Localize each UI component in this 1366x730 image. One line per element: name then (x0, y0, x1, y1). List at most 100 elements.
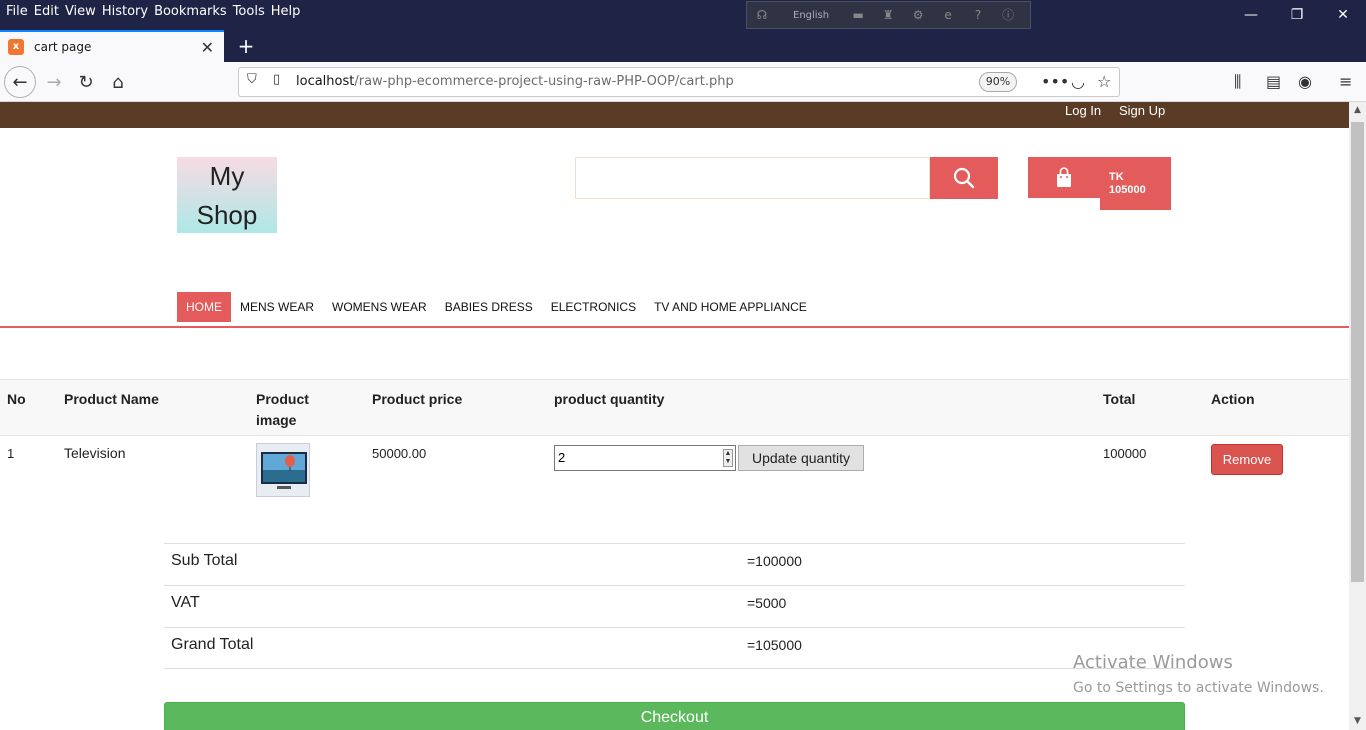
reload-icon[interactable]: ↻ (70, 66, 102, 98)
cart-total-currency: TK (1109, 171, 1124, 183)
tab-title: cart page (34, 40, 92, 54)
navigation-toolbar: ← → ↻ ⌂ ⛉ ▯ localhost/raw-php-ecommerce-… (0, 62, 1366, 102)
url-text: localhost/raw-php-ecommerce-project-usin… (296, 74, 734, 89)
account-icon[interactable]: ◉ (1298, 72, 1312, 91)
header-no: No (7, 391, 26, 407)
header-product-image-l2: image (256, 412, 297, 428)
television-image (261, 452, 307, 489)
shopping-bag-icon (1057, 166, 1071, 187)
close-window-icon[interactable]: ✕ (1320, 0, 1366, 30)
row-product-name: Television (64, 445, 126, 461)
main-menu: HOME MENS WEAR WOMENS WEAR BABIES DRESS … (177, 292, 816, 322)
close-tab-icon[interactable]: ✕ (201, 38, 214, 57)
header-action: Action (1211, 391, 1255, 407)
subtotal-label: Sub Total (171, 552, 238, 569)
ie-icon[interactable]: e (941, 8, 955, 22)
remove-button[interactable]: Remove (1211, 444, 1283, 475)
search-button[interactable] (930, 157, 998, 199)
hamburger-menu-icon[interactable]: ≡ (1339, 72, 1352, 91)
library-icon[interactable]: ⫼ (1234, 72, 1241, 92)
menu-view[interactable]: View (59, 4, 96, 19)
menu-home[interactable]: HOME (177, 292, 231, 322)
top-bar: Log In Sign Up (0, 102, 1349, 128)
watermark-subtitle: Go to Settings to activate Windows. (1073, 680, 1324, 696)
tv-product-icon[interactable] (256, 443, 310, 497)
totals-table: Sub Total =100000 VAT =5000 Grand Total … (164, 543, 1185, 669)
extension-logo-icon[interactable]: ☊ (755, 8, 769, 22)
search-icon (953, 167, 975, 189)
menu-tv-home-appliance[interactable]: TV AND HOME APPLIANCE (645, 292, 816, 322)
info-icon[interactable]: ⓘ (1001, 8, 1015, 22)
zoom-level[interactable]: 90% (979, 72, 1017, 92)
cart-button[interactable] (1028, 157, 1100, 198)
site-logo[interactable]: My Shop (177, 157, 277, 233)
header-product-image-l1: Product (256, 391, 309, 407)
minimize-icon[interactable]: — (1228, 0, 1274, 30)
menu-divider (0, 326, 1349, 328)
scroll-down-icon[interactable]: ▼ (1349, 713, 1366, 730)
xampp-favicon-icon: x (8, 39, 24, 55)
menu-tools[interactable]: Tools (227, 4, 265, 19)
cart-table-header: No Product Name Product image Product pri… (0, 379, 1349, 436)
logo-line-1: My (209, 161, 245, 191)
bookmark-star-icon[interactable]: ☆ (1097, 72, 1111, 91)
signup-link[interactable]: Sign Up (1119, 102, 1165, 120)
title-bar: File Edit View History Bookmarks Tools H… (0, 0, 1366, 30)
menu-help[interactable]: Help (265, 4, 301, 19)
header-product-price: Product price (372, 391, 463, 407)
gear-icon[interactable]: ⚙ (911, 8, 925, 22)
sidebar-icon[interactable]: ▤ (1266, 72, 1281, 91)
scroll-up-icon[interactable]: ▲ (1349, 102, 1366, 119)
login-link[interactable]: Log In (1065, 102, 1101, 120)
language-selector[interactable]: English (793, 10, 829, 21)
chess-icon[interactable]: ♜ (881, 8, 895, 22)
pocket-icon[interactable]: ◡ (1071, 72, 1085, 91)
vat-value: =5000 (747, 595, 787, 611)
menu-edit[interactable]: Edit (28, 4, 59, 19)
menu-bookmarks[interactable]: Bookmarks (148, 4, 227, 19)
more-actions-icon[interactable]: ••• (1041, 72, 1069, 91)
logo-line-2: Shop (196, 200, 258, 230)
web-page: Log In Sign Up My Shop TK 105000 HOME ME… (0, 102, 1349, 730)
row-no: 1 (7, 446, 15, 461)
page-scrollbar[interactable]: ▲ ▼ (1349, 102, 1366, 730)
grand-total-label: Grand Total (171, 636, 254, 653)
update-quantity-button[interactable]: Update quantity (738, 445, 864, 471)
page-info-icon[interactable]: ▯ (273, 72, 280, 87)
restore-icon[interactable]: ❐ (1274, 0, 1320, 30)
watermark-title: Activate Windows (1073, 652, 1233, 673)
search-input[interactable] (575, 157, 930, 199)
checkout-button[interactable]: Checkout (164, 702, 1185, 730)
activate-windows-watermark: Activate Windows Go to Settings to activ… (1073, 651, 1324, 699)
tab-cart-page[interactable]: x cart page ✕ (0, 30, 224, 62)
forward-icon[interactable]: → (38, 66, 70, 98)
menu-womens-wear[interactable]: WOMENS WEAR (323, 292, 436, 322)
menu-mens-wear[interactable]: MENS WEAR (231, 292, 323, 322)
extension-toolbar: ☊ English ▬ ♜ ⚙ e ? ⓘ (746, 1, 1031, 29)
header-product-image: Product image (256, 389, 309, 431)
menu-babies-dress[interactable]: BABIES DRESS (436, 292, 542, 322)
scrollbar-thumb[interactable] (1351, 122, 1364, 582)
home-icon[interactable]: ⌂ (102, 66, 134, 98)
vat-label: VAT (171, 594, 200, 611)
spinner-arrows-icon[interactable]: ▲ ▼ (723, 449, 733, 467)
menu-bar: File Edit View History Bookmarks Tools H… (0, 0, 300, 22)
menu-file[interactable]: File (0, 4, 28, 19)
grand-total-value: =105000 (747, 637, 802, 653)
header-product-quantity: product quantity (554, 391, 665, 407)
url-path: /raw-php-ecommerce-project-using-raw-PHP… (354, 74, 734, 89)
hat-icon[interactable]: ▬ (851, 8, 865, 22)
tab-strip: x cart page ✕ + (0, 30, 1366, 62)
subtotal-value: =100000 (747, 553, 802, 569)
quantity-value: 2 (558, 450, 566, 465)
grand-total-row: Grand Total =105000 (164, 627, 1185, 669)
back-icon[interactable]: ← (4, 66, 36, 98)
menu-history[interactable]: History (96, 4, 148, 19)
quantity-stepper[interactable]: 2 ▲ ▼ (554, 445, 736, 471)
url-host: localhost (296, 74, 355, 89)
menu-electronics[interactable]: ELECTRONICS (542, 292, 645, 322)
shield-icon[interactable]: ⛉ (247, 72, 257, 87)
url-bar[interactable]: ⛉ ▯ localhost/raw-php-ecommerce-project-… (238, 67, 1120, 97)
new-tab-icon[interactable]: + (232, 32, 260, 60)
help-icon[interactable]: ? (971, 8, 985, 22)
